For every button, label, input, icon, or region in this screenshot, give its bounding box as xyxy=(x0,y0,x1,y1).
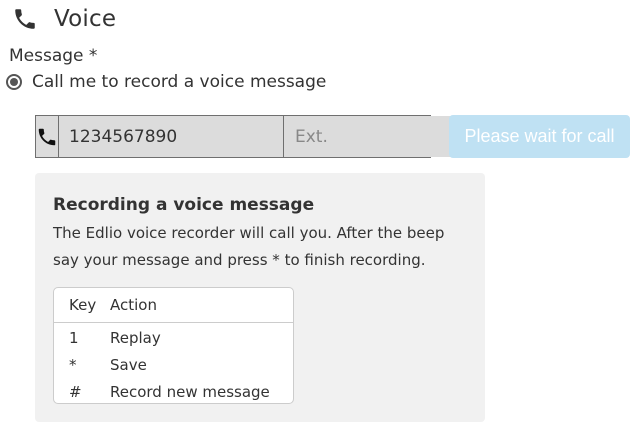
action-cell: Save xyxy=(110,355,147,374)
radio-selected-dot xyxy=(10,78,18,86)
phone-addon xyxy=(36,116,59,157)
key-actions-table: Key Action 1 Replay * Save # Record new … xyxy=(53,287,294,404)
key-actions-body: 1 Replay * Save # Record new message xyxy=(54,323,293,405)
call-me-radio[interactable] xyxy=(6,74,22,90)
action-cell: Record new message xyxy=(110,382,270,401)
phone-icon xyxy=(12,6,38,32)
recording-info-title: Recording a voice message xyxy=(53,195,315,215)
table-row: * Save xyxy=(54,351,293,378)
action-column-header: Action xyxy=(110,296,157,314)
recording-info-description: The Edlio voice recorder will call you. … xyxy=(53,224,445,269)
key-column-header: Key xyxy=(69,296,97,314)
table-row: # Record new message xyxy=(54,378,293,405)
page-title: Voice xyxy=(54,6,117,32)
phone-input-group xyxy=(35,115,525,158)
message-field-label: Message * xyxy=(9,46,98,66)
key-cell: * xyxy=(69,355,77,374)
please-wait-for-call-button[interactable]: Please wait for call xyxy=(449,115,630,158)
action-cell: Replay xyxy=(110,328,161,347)
key-actions-header-row: Key Action xyxy=(54,288,293,323)
section-header: Voice xyxy=(12,6,116,32)
key-cell: 1 xyxy=(69,328,79,347)
recording-info-panel: Recording a voice message The Edlio voic… xyxy=(35,173,485,422)
call-me-option-label: Call me to record a voice message xyxy=(32,72,327,92)
phone-icon xyxy=(36,126,58,148)
phone-number-input[interactable] xyxy=(59,116,284,157)
key-cell: # xyxy=(69,382,82,401)
table-row: 1 Replay xyxy=(54,324,293,351)
voice-message-page: Voice Message * Call me to record a voic… xyxy=(0,0,639,434)
call-me-option[interactable]: Call me to record a voice message xyxy=(6,72,326,92)
